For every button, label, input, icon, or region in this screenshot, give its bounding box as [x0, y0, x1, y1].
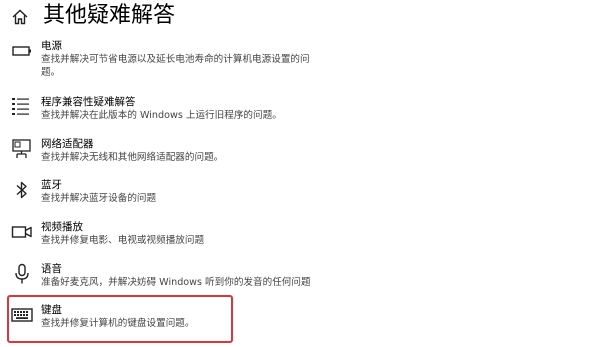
battery-icon	[12, 46, 31, 56]
page-header: 其他疑难解答	[0, 0, 600, 34]
item-title: 语音	[41, 263, 62, 275]
item-title: 键盘	[41, 304, 62, 316]
keyboard-icon	[11, 308, 33, 322]
troubleshooter-bluetooth[interactable]: 蓝牙 查找并解决蓝牙设备的问题	[0, 178, 600, 218]
item-description: 查找并修复电影、电视或视频播放问题	[41, 235, 205, 246]
item-description: 准备好麦克风，并解决妨碍 Windows 听到你的发音的任何问题	[41, 277, 311, 288]
item-description: 查找并解决无线和其他网络适配器的问题。	[41, 152, 224, 163]
item-title: 程序兼容性疑难解答	[41, 96, 136, 108]
item-title: 视频播放	[41, 221, 83, 233]
video-camera-icon	[11, 226, 32, 238]
list-icon	[12, 98, 29, 115]
item-description: 查找并解决可节省电源以及延长电池寿命的计算机电源设置的问 题。	[41, 54, 310, 78]
item-description: 查找并修复计算机的键盘设置问题。	[41, 318, 195, 329]
item-title: 电源	[41, 40, 62, 52]
troubleshooter-network-adapter[interactable]: 网络适配器 查找并解决无线和其他网络适配器的问题。	[0, 137, 600, 177]
troubleshooter-keyboard[interactable]: 键盘 查找并修复计算机的键盘设置问题。	[0, 303, 600, 343]
microphone-icon	[15, 263, 29, 284]
bluetooth-icon	[16, 181, 27, 199]
troubleshooter-video-playback[interactable]: 视频播放 查找并修复电影、电视或视频播放问题	[0, 220, 600, 260]
item-description: 查找并解决蓝牙设备的问题	[41, 193, 157, 204]
monitor-network-icon	[12, 139, 31, 158]
troubleshooter-power[interactable]: 电源 查找并解决可节省电源以及延长电池寿命的计算机电源设置的问 题。	[0, 39, 600, 79]
home-icon[interactable]	[11, 8, 29, 26]
item-title: 蓝牙	[41, 179, 62, 191]
page-title: 其他疑难解答	[43, 3, 176, 28]
item-description: 查找并解决在此版本的 Windows 上运行旧程序的问题。	[41, 110, 282, 121]
troubleshooter-program-compatibility[interactable]: 程序兼容性疑难解答 查找并解决在此版本的 Windows 上运行旧程序的问题。	[0, 95, 600, 135]
item-title: 网络适配器	[41, 138, 94, 150]
